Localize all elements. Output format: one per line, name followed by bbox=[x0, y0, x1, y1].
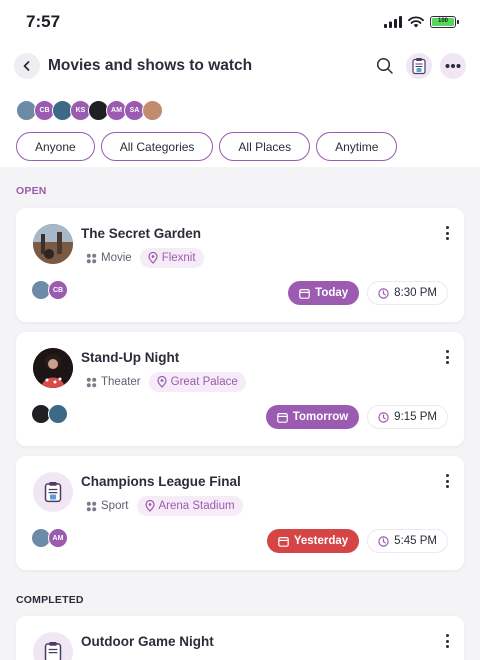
category-tag: Movie bbox=[86, 252, 132, 264]
performer-photo-icon bbox=[33, 348, 73, 388]
category-tag: Theater bbox=[86, 376, 141, 388]
card-assignees: CB bbox=[31, 280, 68, 300]
card-assignees: AM bbox=[31, 528, 68, 548]
date-badge[interactable]: Today bbox=[288, 281, 360, 305]
filter-categories[interactable]: All Categories bbox=[100, 132, 214, 161]
place-tag: Great Palace bbox=[148, 372, 246, 392]
category-tag: Sport bbox=[86, 500, 129, 512]
filter-time[interactable]: Anytime bbox=[316, 132, 398, 161]
page-title: Movies and shows to watch bbox=[48, 57, 253, 74]
movie-poster-icon bbox=[33, 224, 73, 264]
time-label: 5:45 PM bbox=[394, 535, 437, 547]
place-tag: Flexnit bbox=[139, 248, 204, 268]
card-title: The Secret Garden bbox=[81, 226, 202, 241]
clock-icon bbox=[378, 411, 389, 423]
date-label: Tomorrow bbox=[292, 411, 349, 423]
list-item[interactable]: Stand-Up Night Theater Great Palace Tomo… bbox=[16, 332, 464, 446]
clipboard-icon bbox=[44, 642, 62, 660]
list-item[interactable]: Champions League Final Sport Arena Stadi… bbox=[16, 456, 464, 570]
clock-icon bbox=[378, 287, 389, 299]
open-list: The Secret Garden Movie Flexnit CB Today… bbox=[0, 208, 480, 570]
category-icon bbox=[86, 253, 97, 263]
category-icon bbox=[86, 377, 97, 387]
location-pin-icon bbox=[144, 500, 155, 512]
list-item[interactable]: The Secret Garden Movie Flexnit CB Today… bbox=[16, 208, 464, 322]
category-icon bbox=[86, 501, 97, 511]
time-badge[interactable]: 9:15 PM bbox=[367, 405, 448, 429]
place-label: Flexnit bbox=[161, 252, 196, 264]
status-bar: 7:57 100 bbox=[0, 0, 480, 44]
search-icon bbox=[376, 57, 393, 74]
avatar bbox=[48, 404, 68, 424]
status-icons: 100 bbox=[384, 16, 459, 28]
calendar-icon bbox=[278, 536, 289, 547]
filter-places[interactable]: All Places bbox=[219, 132, 311, 161]
category-label: Theater bbox=[101, 376, 141, 388]
card-title: Champions League Final bbox=[81, 474, 241, 489]
header: Movies and shows to watch bbox=[0, 44, 480, 88]
more-horizontal-icon bbox=[445, 64, 461, 68]
members-row[interactable]: CB KS AM SA bbox=[0, 88, 480, 121]
section-completed-label: COMPLETED bbox=[16, 594, 84, 606]
card-thumbnail bbox=[33, 472, 73, 512]
header-actions bbox=[372, 53, 466, 79]
date-label: Today bbox=[315, 287, 349, 299]
category-label: Movie bbox=[101, 252, 132, 264]
card-assignees bbox=[31, 404, 68, 424]
search-button[interactable] bbox=[372, 53, 398, 79]
card-footer: Today 8:30 PM bbox=[288, 281, 448, 305]
card-footer: Yesterday 5:45 PM bbox=[266, 529, 448, 553]
signal-icon bbox=[384, 16, 402, 28]
time-label: 9:15 PM bbox=[394, 411, 437, 423]
card-menu-button[interactable] bbox=[442, 474, 452, 488]
card-thumbnail bbox=[33, 224, 73, 264]
card-meta: Movie Flexnit bbox=[86, 248, 204, 268]
calendar-icon bbox=[299, 288, 310, 299]
time-badge[interactable]: 8:30 PM bbox=[367, 281, 448, 305]
location-pin-icon bbox=[157, 376, 167, 388]
calendar-icon bbox=[276, 412, 288, 423]
card-title: Outdoor Game Night bbox=[81, 634, 214, 649]
card-menu-button[interactable] bbox=[442, 350, 452, 364]
date-badge-overdue[interactable]: Yesterday bbox=[266, 529, 360, 553]
avatar: CB bbox=[48, 280, 68, 300]
card-menu-button[interactable] bbox=[442, 634, 452, 648]
card-thumbnail bbox=[33, 348, 73, 388]
place-label: Arena Stadium bbox=[158, 500, 235, 512]
card-footer: Tomorrow 9:15 PM bbox=[265, 405, 448, 429]
back-button[interactable] bbox=[14, 53, 40, 79]
date-badge[interactable]: Tomorrow bbox=[265, 405, 360, 429]
category-label: Sport bbox=[101, 500, 129, 512]
completed-list: Outdoor Game Night bbox=[0, 616, 480, 660]
back-arrow-icon bbox=[23, 61, 30, 71]
place-label: Great Palace bbox=[170, 376, 238, 388]
avatar: AM bbox=[48, 528, 68, 548]
more-options-button[interactable] bbox=[440, 53, 466, 79]
list-item[interactable]: Outdoor Game Night bbox=[16, 616, 464, 660]
section-open-label: OPEN bbox=[16, 185, 47, 197]
list-avatar-button[interactable] bbox=[406, 53, 432, 79]
date-label: Yesterday bbox=[293, 535, 349, 547]
clock-icon bbox=[378, 535, 389, 547]
filter-bar: Anyone All Categories All Places Anytime bbox=[0, 121, 480, 167]
time-label: 8:30 PM bbox=[394, 287, 437, 299]
card-meta: Sport Arena Stadium bbox=[86, 496, 243, 516]
filter-anyone[interactable]: Anyone bbox=[16, 132, 95, 161]
clipboard-icon bbox=[44, 482, 62, 503]
battery-icon: 100 bbox=[430, 16, 459, 28]
battery-level: 100 bbox=[432, 18, 454, 26]
status-time: 7:57 bbox=[26, 12, 61, 31]
wifi-icon bbox=[408, 16, 424, 28]
card-title: Stand-Up Night bbox=[81, 350, 180, 365]
avatar bbox=[142, 99, 163, 121]
place-tag: Arena Stadium bbox=[136, 496, 243, 516]
time-badge[interactable]: 5:45 PM bbox=[367, 529, 448, 553]
location-pin-icon bbox=[148, 252, 158, 264]
clipboard-icon bbox=[412, 58, 426, 75]
card-thumbnail bbox=[33, 632, 73, 660]
card-menu-button[interactable] bbox=[442, 226, 452, 240]
card-meta: Theater Great Palace bbox=[86, 372, 246, 392]
